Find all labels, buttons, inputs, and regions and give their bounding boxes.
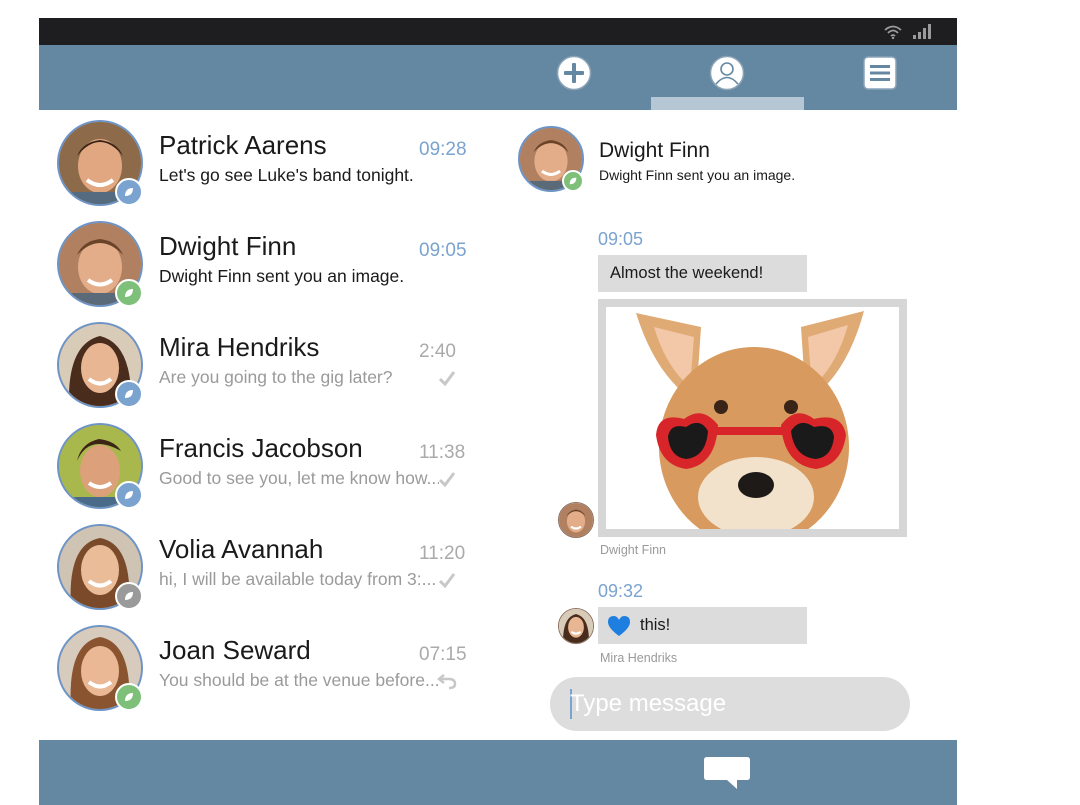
- contact-name: Dwight Finn: [159, 231, 297, 261]
- conversation-item[interactable]: Volia Avannah 11:20 hi, I will be availa…: [39, 514, 499, 614]
- message-composer: [550, 677, 910, 731]
- conversation-item[interactable]: Mira Hendriks 2:40 Are you going to the …: [39, 312, 499, 412]
- conversation-item[interactable]: Patrick Aarens 09:28 Let's go see Luke's…: [39, 110, 499, 210]
- message-time: 09:05: [598, 229, 644, 249]
- message-preview: Let's go see Luke's band tonight.: [159, 165, 414, 185]
- sender-name: Dwight Finn: [600, 543, 666, 557]
- contact-name: Mira Hendriks: [159, 332, 320, 362]
- new-chat-button[interactable]: [556, 55, 592, 91]
- message-time: 2:40: [419, 341, 456, 362]
- conversation-item[interactable]: Joan Seward 07:15 You should be at the v…: [39, 615, 499, 715]
- avatar: [57, 120, 143, 206]
- message-time: 11:38: [419, 442, 466, 463]
- message-preview: Are you going to the gig later?: [159, 367, 393, 387]
- dog-photo: [606, 307, 899, 529]
- avatar: [57, 524, 143, 610]
- conversation-item[interactable]: Francis Jacobson 11:38 Good to see you, …: [39, 413, 499, 513]
- leaf-icon: [115, 481, 143, 509]
- message-input[interactable]: [570, 685, 890, 723]
- message-bubble: this!: [598, 607, 807, 644]
- chat-contact-name: Dwight Finn: [599, 139, 710, 162]
- message-time: 07:15: [419, 644, 467, 665]
- check-icon: [438, 472, 456, 488]
- contacts-tab[interactable]: [709, 55, 745, 91]
- wifi-icon: [884, 25, 902, 39]
- leaf-icon: [562, 170, 584, 192]
- menu-button[interactable]: [862, 55, 898, 91]
- sender-name: Mira Hendriks: [600, 651, 678, 665]
- message-preview: hi, I will be available today from 3:...: [159, 569, 437, 589]
- leaf-icon: [115, 683, 143, 711]
- top-bar: [39, 45, 957, 110]
- message-time: 11:20: [419, 543, 466, 564]
- chat-subtitle: Dwight Finn sent you an image.: [599, 167, 796, 183]
- plus-circle-icon: [556, 55, 592, 91]
- reply-icon: [437, 674, 457, 690]
- message-time: 09:32: [598, 581, 644, 601]
- contact-name: Patrick Aarens: [159, 130, 327, 160]
- message-preview: Dwight Finn sent you an image.: [159, 266, 405, 286]
- avatar: [57, 322, 143, 408]
- avatar: [57, 221, 143, 307]
- sender-avatar: [558, 502, 594, 538]
- chat-header-avatar[interactable]: [518, 126, 584, 192]
- check-icon: [438, 371, 456, 387]
- conversation-list: Patrick Aarens 09:28 Let's go see Luke's…: [39, 110, 499, 740]
- profile-icon: [709, 55, 745, 91]
- menu-icon: [863, 56, 897, 90]
- message-time: 09:28: [419, 139, 467, 160]
- image-message[interactable]: [598, 299, 907, 537]
- chat-bubble-icon[interactable]: [703, 755, 751, 791]
- heart-icon: [608, 615, 630, 636]
- message-bubble: Almost the weekend!: [598, 255, 807, 292]
- message-preview: Good to see you, let me know how...: [159, 468, 439, 488]
- message-text: this!: [640, 616, 671, 634]
- message-preview: You should be at the venue before...: [159, 670, 439, 690]
- avatar: [57, 625, 143, 711]
- signal-icon: [913, 24, 931, 39]
- leaf-icon: [115, 380, 143, 408]
- leaf-icon: [115, 279, 143, 307]
- bottom-bar: [39, 740, 957, 805]
- check-icon: [438, 573, 456, 589]
- phone-screen: Patrick Aarens 09:28 Let's go see Luke's…: [39, 18, 957, 805]
- active-tab-indicator: [651, 97, 804, 110]
- sender-avatar: [558, 608, 594, 644]
- conversation-item[interactable]: Dwight Finn 09:05 Dwight Finn sent you a…: [39, 211, 499, 311]
- contact-name: Joan Seward: [159, 635, 311, 665]
- status-bar: [39, 18, 957, 45]
- contact-name: Francis Jacobson: [159, 433, 363, 463]
- avatar: [57, 423, 143, 509]
- leaf-icon: [115, 178, 143, 206]
- message-time: 09:05: [419, 240, 467, 261]
- leaf-icon: [115, 582, 143, 610]
- contact-name: Volia Avannah: [159, 534, 324, 564]
